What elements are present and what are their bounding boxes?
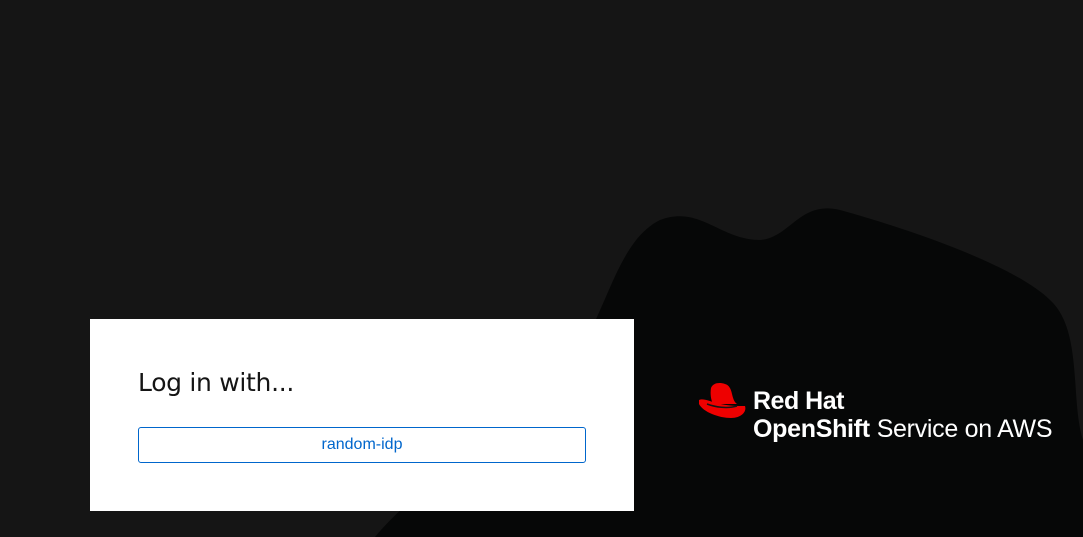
brand-product-strong: OpenShift [753,415,870,443]
red-hat-fedora-icon [699,383,746,418]
idp-login-button-random-idp[interactable]: random-idp [138,427,586,463]
brand-product-name: OpenShift Service on AWS [753,415,1052,443]
brand-logo-block: Red Hat OpenShift Service on AWS [697,382,1077,446]
brand-product-rest: Service on AWS [876,415,1053,443]
login-card: Log in with... random-idp [90,319,634,511]
login-title: Log in with... [138,368,295,397]
login-page: Log in with... random-idp Red Hat OpenSh… [0,0,1083,537]
brand-name: Red Hat [753,387,844,415]
